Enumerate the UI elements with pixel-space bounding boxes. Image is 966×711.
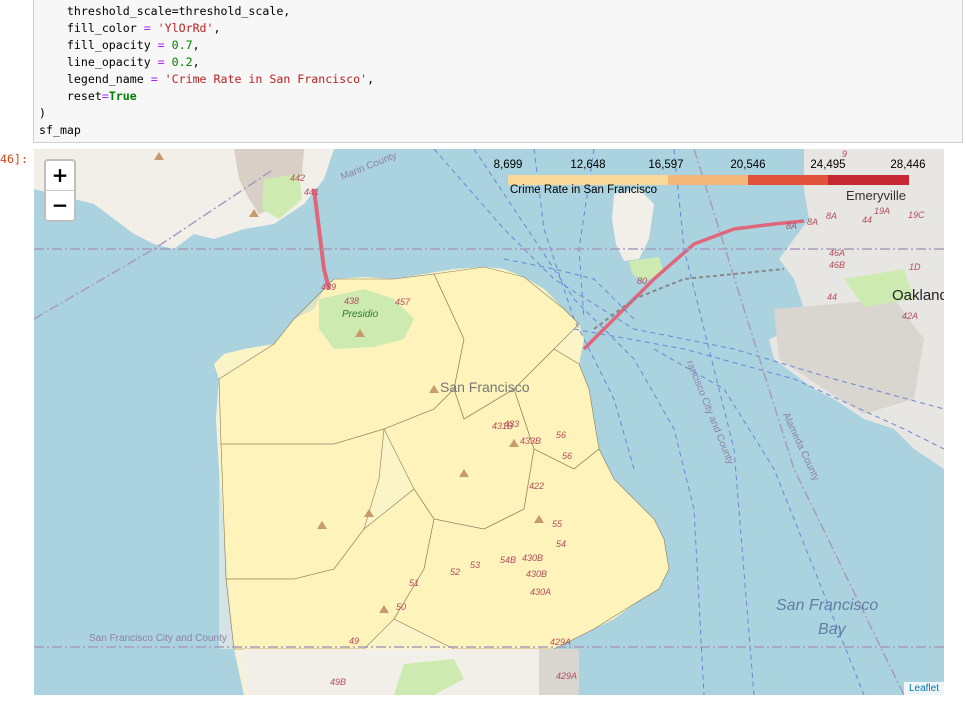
- route-label: 430B: [526, 569, 548, 579]
- route-label: 1D: [909, 262, 921, 272]
- route-label: 52: [450, 567, 461, 577]
- route-label: 19C: [908, 210, 925, 220]
- route-label: 8A: [807, 217, 819, 227]
- map-label-san-francisco: San Francisco: [440, 379, 530, 395]
- route-label: 54: [556, 539, 567, 549]
- route-label: 442: [290, 173, 306, 183]
- legend-color-band: [828, 175, 909, 185]
- route-label: 56: [562, 451, 573, 461]
- zoom-out-button[interactable]: −: [46, 191, 74, 220]
- map-label-oakland: Oakland: [892, 287, 944, 304]
- route-label: 51: [409, 578, 420, 588]
- route-label: 49B: [330, 677, 347, 687]
- legend-tick-label: 24,495: [810, 159, 846, 171]
- code-text: threshold_scale=threshold_scale, fill_co…: [39, 4, 375, 137]
- route-label: 438: [344, 296, 360, 306]
- route-label: 431B: [492, 421, 514, 431]
- route-label: 429A: [556, 671, 578, 681]
- output-prompt: 46]:: [0, 152, 28, 166]
- route-label: 49: [349, 636, 360, 646]
- route-label: 433B: [520, 436, 542, 446]
- route-label: 46A: [829, 248, 846, 258]
- route-label: 80: [637, 276, 648, 286]
- route-label: 44: [862, 215, 873, 225]
- route-label: 55: [552, 519, 563, 529]
- map-label-presidio: Presidio: [342, 309, 379, 320]
- route-label: 42A: [902, 311, 919, 321]
- leaflet-map[interactable]: San Francisco Emeryville Oakland Presidi…: [34, 149, 944, 695]
- legend-color-band: [748, 175, 828, 185]
- route-label: 429A: [550, 637, 572, 647]
- legend-tick-label: 28,446: [890, 159, 926, 171]
- zoom-control[interactable]: + −: [44, 159, 76, 222]
- zoom-in-button[interactable]: +: [46, 161, 74, 191]
- map-label-sf-bay-1: San Francisco: [776, 597, 879, 614]
- legend-tick-label: 12,648: [570, 159, 606, 171]
- route-label: 56: [556, 430, 567, 440]
- legend-caption: Crime Rate in San Francisco: [510, 184, 657, 196]
- map-label-sf-bay-2: Bay: [818, 621, 846, 638]
- legend-tick-label: 16,597: [648, 159, 684, 171]
- route-label: 8A: [786, 221, 798, 231]
- route-label: 54B: [500, 555, 517, 565]
- attribution-link[interactable]: Leaflet: [903, 682, 944, 695]
- route-label: 430B: [522, 553, 544, 563]
- route-label: 439: [321, 282, 337, 292]
- route-label: 8A: [826, 211, 838, 221]
- route-label: 430A: [530, 587, 552, 597]
- route-label: 46B: [829, 260, 846, 270]
- map-label-sf-city-county: San Francisco City and County: [89, 633, 227, 644]
- legend-color-band: [668, 175, 748, 185]
- route-label: 19A: [874, 206, 891, 216]
- legend-tick-label: 8,699: [493, 159, 523, 171]
- legend: 8,699 12,648 16,597 20,546 24,495 28,446 Crim…: [494, 159, 926, 201]
- legend-ticks: 8,699 12,648 16,597 20,546 24,495 28,446: [494, 159, 926, 173]
- route-label: 422: [529, 481, 545, 491]
- route-label: 441: [304, 187, 320, 197]
- route-label: 44: [827, 292, 838, 302]
- code-cell[interactable]: threshold_scale=threshold_scale, fill_co…: [33, 0, 963, 143]
- route-label: 457: [395, 297, 411, 307]
- route-label: 9: [842, 149, 848, 159]
- route-label: 50: [396, 602, 407, 612]
- route-label: 53: [470, 560, 481, 570]
- legend-tick-label: 20,546: [730, 159, 766, 171]
